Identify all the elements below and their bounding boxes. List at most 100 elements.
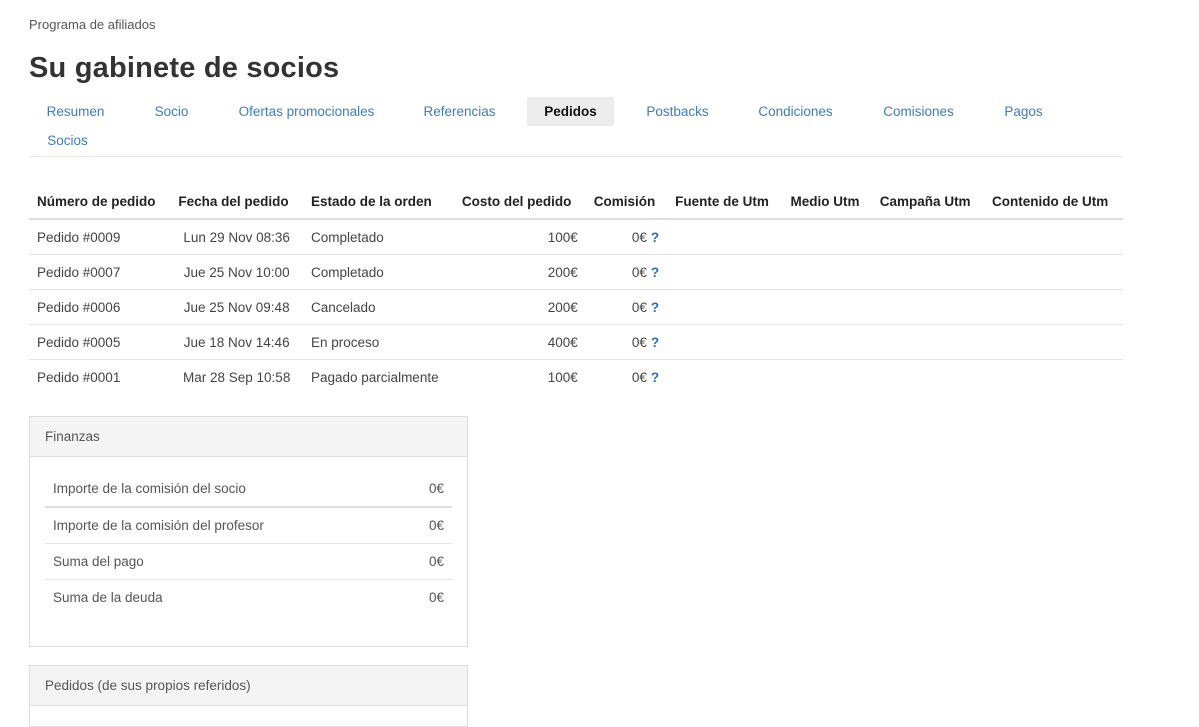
- finances-list: Importe de la comisión del socio 0€ Impo…: [30, 457, 467, 647]
- column-header-order-status[interactable]: Estado de la orden: [303, 184, 454, 220]
- column-header-order-number[interactable]: Número de pedido: [29, 184, 171, 220]
- table-row: Pedido #0001 Mar 28 Sep 10:58 Pagado par…: [29, 360, 1123, 395]
- orders-table: Número de pedido Fecha del pedido Estado…: [29, 184, 1123, 394]
- utm-medium: [782, 324, 872, 360]
- order-number: Pedido #0007: [29, 254, 171, 290]
- order-cost: 100€: [453, 219, 586, 255]
- order-commission-cell: 0€?: [585, 324, 668, 360]
- order-cost: 100€: [547, 369, 578, 385]
- order-date: Jue 18 Nov 14:46: [170, 324, 303, 360]
- finance-value: 0€: [428, 590, 444, 605]
- order-status: Completado: [303, 219, 454, 255]
- utm-medium: [783, 360, 872, 395]
- utm-campaign: [871, 219, 984, 255]
- utm-medium: [782, 289, 872, 325]
- utm-source: [667, 360, 782, 395]
- column-header-order-cost[interactable]: Costo del pedido: [453, 184, 586, 220]
- page-title: Su gabinete de socios: [29, 52, 340, 84]
- order-cost: 200€: [453, 254, 586, 290]
- utm-content: [983, 289, 1123, 325]
- table-header-row: Número de pedido Fecha del pedido Estado…: [29, 184, 1123, 220]
- column-header-order-date[interactable]: Fecha del pedido: [170, 184, 303, 220]
- order-number: Pedido #0001: [37, 369, 121, 385]
- order-commission: 0€: [631, 369, 647, 385]
- utm-campaign: [872, 360, 984, 395]
- tab-resumen[interactable]: Resumen: [29, 97, 122, 126]
- tab-socios[interactable]: Socios: [29, 126, 106, 155]
- finance-label: Suma de la deuda: [53, 590, 163, 605]
- order-date: Jue 25 Nov 09:48: [170, 289, 303, 325]
- utm-medium: [782, 254, 872, 290]
- utm-source: [667, 324, 783, 360]
- column-header-commission[interactable]: Comisión: [585, 184, 668, 220]
- table-row: Pedido #0006 Jue 25 Nov 09:48 Cancelado …: [29, 289, 1123, 325]
- tab-ofertas-promocionales[interactable]: Ofertas promocionales: [228, 97, 385, 126]
- finance-row-debt-sum: Suma de la deuda 0€: [45, 580, 452, 615]
- order-date: Lun 29 Nov 08:36: [170, 219, 303, 255]
- utm-source: [667, 254, 783, 290]
- tab-condiciones[interactable]: Condiciones: [748, 97, 843, 126]
- finance-value: 0€: [428, 481, 444, 496]
- order-status: Completado: [303, 254, 454, 290]
- utm-content: [983, 254, 1123, 290]
- utm-campaign: [871, 254, 984, 290]
- utm-content: [983, 219, 1123, 255]
- column-header-utm-medium[interactable]: Medio Utm: [782, 184, 872, 220]
- finance-label: Suma del pago: [53, 554, 144, 569]
- order-commission: 0€: [631, 299, 647, 315]
- finance-label: Importe de la comisión del socio: [53, 481, 246, 496]
- referred-orders-panel: Pedidos (de sus propios referidos): [29, 665, 468, 727]
- tab-pedidos[interactable]: Pedidos: [527, 97, 614, 126]
- column-header-utm-campaign[interactable]: Campaña Utm: [871, 184, 984, 220]
- finance-row-partner-commission: Importe de la comisión del socio 0€: [45, 471, 452, 508]
- help-icon[interactable]: ?: [651, 370, 659, 385]
- column-header-utm-content[interactable]: Contenido de Utm: [983, 184, 1123, 220]
- tab-pagos[interactable]: Pagos: [995, 97, 1052, 126]
- order-commission: 0€: [631, 334, 647, 350]
- order-cost: 200€: [453, 289, 586, 325]
- finances-panel-title: Finanzas: [30, 417, 467, 457]
- tab-comisiones[interactable]: Comisiones: [874, 97, 963, 126]
- table-row: Pedido #0009 Lun 29 Nov 08:36 Completado…: [29, 219, 1123, 255]
- order-cost: 400€: [453, 324, 586, 360]
- finances-panel: Finanzas Importe de la comisión del soci…: [29, 416, 468, 647]
- order-commission-cell: 0€?: [586, 360, 667, 395]
- utm-medium: [782, 219, 872, 255]
- order-number: Pedido #0009: [29, 219, 171, 255]
- tab-bar: Resumen Socio Ofertas promocionales Refe…: [29, 97, 1123, 157]
- order-number: Pedido #0006: [29, 289, 171, 325]
- order-status: Cancelado: [303, 289, 454, 325]
- finance-row-payment-sum: Suma del pago 0€: [45, 544, 452, 580]
- utm-content: [984, 360, 1123, 395]
- referred-orders-panel-title: Pedidos (de sus propios referidos): [30, 666, 467, 706]
- finance-value: 0€: [428, 518, 444, 533]
- order-commission: 0€: [631, 229, 647, 245]
- table-row: Pedido #0007 Jue 25 Nov 10:00 Completado…: [29, 254, 1123, 290]
- order-date: Jue 25 Nov 10:00: [170, 254, 303, 290]
- order-commission-cell: 0€?: [585, 219, 668, 255]
- order-commission-cell: 0€?: [585, 254, 668, 290]
- utm-source: [667, 289, 783, 325]
- tab-postbacks[interactable]: Postbacks: [636, 97, 719, 126]
- order-number: Pedido #0005: [29, 324, 171, 360]
- breadcrumb: Programa de afiliados: [29, 17, 156, 32]
- order-status: Pagado parcialmente: [311, 369, 439, 385]
- table-row: Pedido #0005 Jue 18 Nov 14:46 En proceso…: [29, 324, 1123, 360]
- utm-content: [983, 324, 1123, 360]
- finance-label: Importe de la comisión del profesor: [53, 518, 264, 533]
- order-status: En proceso: [303, 324, 454, 360]
- column-header-utm-source[interactable]: Fuente de Utm: [667, 184, 783, 220]
- help-icon[interactable]: ?: [651, 335, 659, 350]
- help-icon[interactable]: ?: [651, 265, 659, 280]
- order-date: Mar 28 Sep 10:58: [183, 369, 291, 385]
- help-icon[interactable]: ?: [651, 230, 659, 245]
- tab-socio[interactable]: Socio: [144, 97, 199, 126]
- order-commission: 0€: [631, 264, 647, 280]
- tab-referencias[interactable]: Referencias: [414, 97, 505, 126]
- help-icon[interactable]: ?: [651, 300, 659, 315]
- finance-row-teacher-commission: Importe de la comisión del profesor 0€: [45, 508, 452, 544]
- order-commission-cell: 0€?: [585, 289, 668, 325]
- finance-value: 0€: [428, 554, 444, 569]
- utm-campaign: [871, 289, 984, 325]
- utm-campaign: [871, 324, 984, 360]
